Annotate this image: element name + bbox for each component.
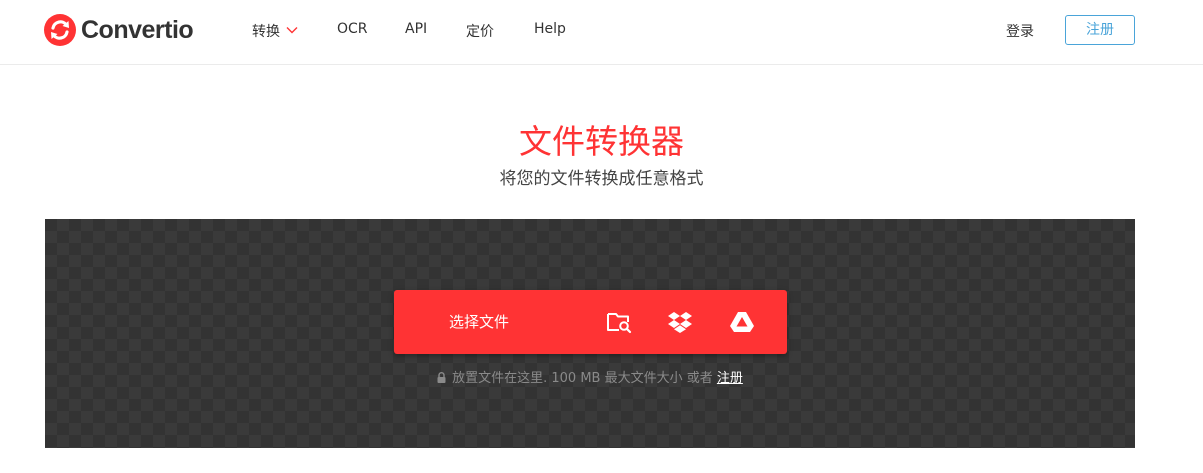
nav-item-pricing[interactable]: 定价 [466,21,494,41]
lock-icon [437,372,446,383]
signup-button[interactable]: 注册 [1065,15,1135,45]
upload-hint: 放置文件在这里. 100 MB 最大文件大小 或者 注册 [45,370,1135,388]
login-link[interactable]: 登录 [1006,21,1034,41]
google-drive-icon [730,312,754,332]
upload-hint-text: 放置文件在这里. 100 MB 最大文件大小 或者 [452,371,713,386]
nav-item-api[interactable]: API [405,21,427,37]
upload-bar: 选择文件 [394,290,787,354]
page-subtitle: 将您的文件转换成任意格式 [499,169,704,189]
dropbox-button[interactable] [667,310,693,334]
convertio-logo-icon [44,14,76,46]
nav-item-convert[interactable]: 转换 [252,21,298,41]
nav-item-help[interactable]: Help [534,21,566,37]
nav-item-ocr[interactable]: OCR [337,21,368,37]
chevron-down-icon [286,27,298,34]
brand-name: Convertio [81,15,194,44]
nav-item-label: 转换 [252,24,280,40]
choose-files-button[interactable]: 选择文件 [394,290,564,354]
page-title: 文件转换器 [519,122,684,161]
google-drive-button[interactable] [729,310,755,334]
brand-logo[interactable]: Convertio [44,14,194,46]
top-header: Convertio 转换 OCR API 定价 Help 登录 注册 [0,0,1203,65]
folder-search-icon [607,313,632,334]
folder-search-button[interactable] [606,310,632,334]
dropbox-icon [668,312,692,333]
hint-signup-link[interactable]: 注册 [717,371,743,386]
file-dropzone[interactable]: 选择文件 放置文件在这里. 100 MB 最大文件大小 或者 注册 [45,219,1135,448]
